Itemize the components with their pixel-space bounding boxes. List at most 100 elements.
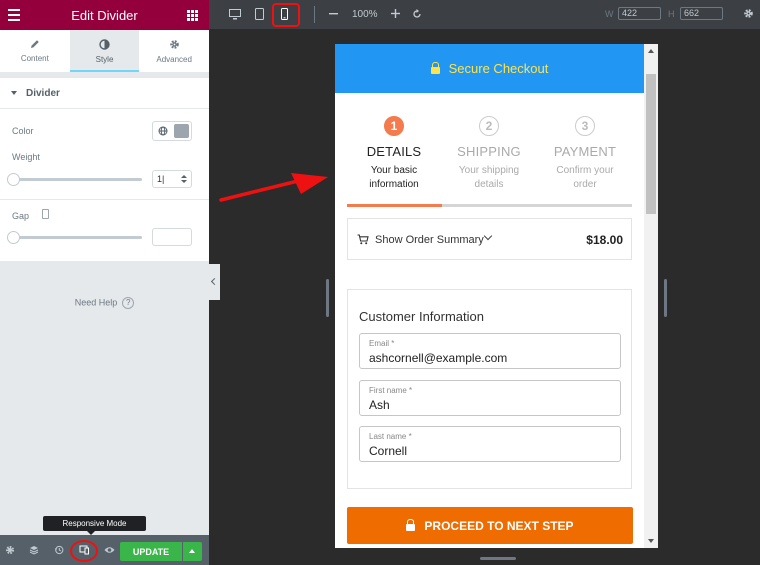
height-label: H	[668, 9, 675, 19]
first-name-field[interactable]: First name * Ash	[359, 380, 621, 416]
step-title: DETAILS	[366, 144, 422, 159]
customer-information-title: Customer Information	[359, 309, 484, 324]
resize-handle-right[interactable]	[664, 279, 667, 317]
scroll-up-arrow-icon[interactable]	[648, 49, 654, 53]
tab-content-label: Content	[20, 54, 49, 63]
step-subtitle-line: Your shipping	[458, 165, 520, 176]
tablet-device-icon[interactable]	[255, 8, 264, 20]
last-name-value: Cornell	[369, 444, 408, 458]
color-swatch[interactable]	[174, 124, 189, 138]
first-name-label: First name *	[369, 386, 413, 395]
toolbar-settings-gear-icon[interactable]	[743, 8, 754, 19]
last-name-field[interactable]: Last name * Cornell	[359, 426, 621, 462]
secure-checkout-title: Secure Checkout	[448, 61, 549, 76]
preview-eye-icon[interactable]	[104, 545, 115, 555]
color-picker[interactable]	[152, 121, 192, 141]
toolbar-separator	[314, 6, 315, 23]
divider-line	[0, 199, 209, 200]
desktop-device-icon[interactable]	[229, 9, 241, 20]
settings-gear-icon[interactable]	[5, 545, 15, 555]
step-subtitle-line: details	[474, 179, 504, 190]
tab-style-label: Style	[95, 54, 114, 64]
panel-title: Edit Divider	[71, 7, 138, 23]
step-title: PAYMENT	[553, 144, 617, 159]
email-label: Email *	[369, 339, 395, 348]
panel-header: Edit Divider	[0, 0, 209, 30]
zoom-in-icon[interactable]	[391, 9, 400, 18]
proceed-to-next-step-button[interactable]: PROCEED TO NEXT STEP	[347, 507, 633, 544]
gap-slider[interactable]	[7, 231, 142, 244]
last-name-label: Last name *	[369, 432, 412, 441]
order-summary-toggle[interactable]: Show Order Summary $18.00	[347, 218, 632, 260]
mobile-preview-frame: Secure Checkout 1 DETAILS Your basic info…	[335, 44, 658, 548]
step-progress-fill	[347, 204, 442, 207]
hamburger-menu-icon[interactable]	[8, 9, 20, 24]
widgets-grid-icon[interactable]	[187, 10, 198, 21]
zoom-out-icon[interactable]	[329, 13, 338, 15]
width-input[interactable]: 422	[618, 7, 661, 20]
step-number: 2	[479, 116, 499, 136]
spinner-icon[interactable]	[181, 175, 187, 183]
secure-checkout-header: Secure Checkout	[335, 44, 644, 93]
customer-information-card: Customer Information Email * ashcornell@…	[347, 289, 632, 489]
panel-tabs: Content Style Advanced	[0, 30, 209, 72]
height-input[interactable]: 662	[680, 7, 723, 20]
cart-icon	[357, 234, 369, 245]
weight-label: Weight	[12, 152, 40, 162]
width-label: W	[605, 9, 614, 19]
tab-style[interactable]: Style	[69, 30, 140, 72]
scroll-down-arrow-icon[interactable]	[648, 539, 654, 543]
tab-advanced[interactable]: Advanced	[139, 30, 209, 72]
editor-panel: Edit Divider Content Style Advanced Divi…	[0, 0, 209, 565]
color-label: Color	[12, 126, 34, 136]
scrollbar-thumb[interactable]	[646, 74, 656, 214]
email-value: ashcornell@example.com	[369, 351, 508, 365]
proceed-label: PROCEED TO NEXT STEP	[424, 518, 574, 533]
pencil-icon	[30, 40, 39, 48]
half-circle-icon	[99, 38, 110, 50]
preview-scrollbar[interactable]	[644, 44, 658, 548]
layers-icon[interactable]	[29, 545, 39, 555]
step-details[interactable]: 1 DETAILS Your basic information	[347, 116, 441, 192]
step-subtitle-line: information	[369, 179, 419, 190]
need-help-link[interactable]: Need Help?	[0, 297, 209, 309]
step-title: SHIPPING	[457, 144, 521, 159]
resize-handle-left[interactable]	[326, 279, 329, 317]
weight-input[interactable]: 1|	[152, 170, 192, 188]
history-icon[interactable]	[54, 545, 64, 555]
first-name-value: Ash	[369, 398, 390, 412]
reset-zoom-icon[interactable]	[412, 9, 422, 19]
section-divider-toggle[interactable]: Divider	[0, 78, 209, 109]
update-button[interactable]: UPDATE	[120, 542, 182, 561]
step-shipping[interactable]: 2 SHIPPING Your shipping details	[442, 116, 536, 192]
collapse-panel-handle[interactable]	[209, 264, 220, 300]
step-payment[interactable]: 3 PAYMENT Confirm your order	[538, 116, 632, 192]
step-progress-bar	[347, 204, 632, 207]
email-field[interactable]: Email * ashcornell@example.com	[359, 333, 621, 369]
update-options-button[interactable]	[183, 542, 202, 561]
weight-slider[interactable]	[7, 173, 142, 186]
resize-handle-bottom[interactable]	[480, 557, 516, 560]
preview-toolbar: 100% W 422 H 662	[209, 0, 760, 29]
mobile-device-icon[interactable]	[42, 209, 49, 219]
tab-content[interactable]: Content	[0, 30, 70, 72]
style-controls: Color Weight 1| Gap	[0, 109, 209, 261]
gap-input[interactable]	[152, 228, 192, 246]
help-question-icon: ?	[122, 297, 135, 309]
globe-icon	[158, 126, 168, 136]
mobile-device-highlight[interactable]	[272, 3, 300, 27]
step-subtitle-line: order	[573, 179, 597, 190]
lock-icon	[430, 61, 440, 74]
caret-down-icon	[11, 91, 17, 95]
section-title: Divider	[26, 87, 60, 99]
chevron-left-icon	[210, 277, 219, 286]
caret-up-icon	[189, 549, 195, 553]
weight-slider-handle[interactable]	[7, 173, 20, 186]
step-subtitle: Confirm your order	[538, 164, 632, 192]
order-summary-label: Show Order Summary	[375, 234, 484, 246]
gap-slider-handle[interactable]	[7, 231, 20, 244]
gap-label: Gap	[12, 211, 30, 221]
gear-icon	[169, 39, 179, 49]
responsive-mode-highlight[interactable]	[70, 540, 98, 562]
step-subtitle-line: Your basic	[370, 165, 418, 176]
